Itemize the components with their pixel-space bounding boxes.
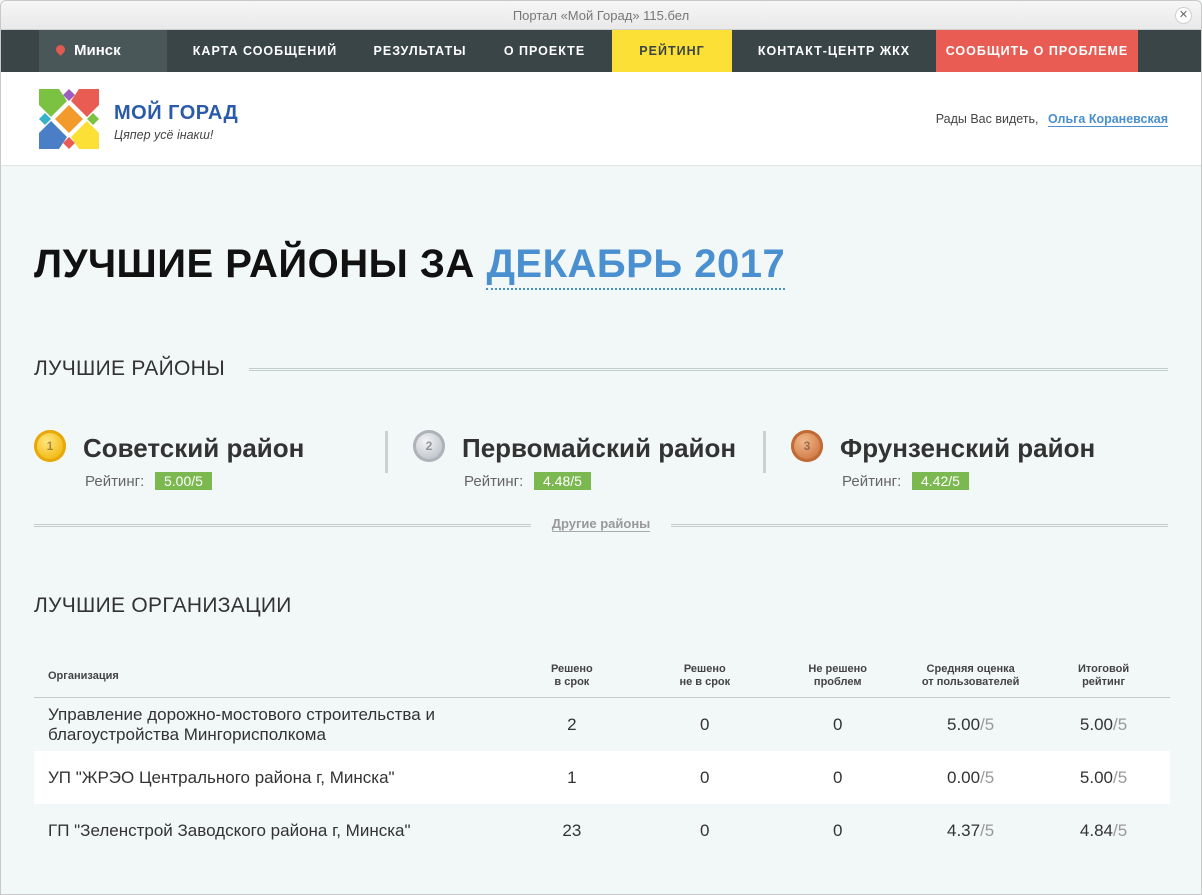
rating-badge: 5.00/5	[155, 472, 212, 490]
table-row[interactable]: ГП "Зеленстрой Заводского района г, Минс…	[34, 804, 1170, 857]
org-name[interactable]: ГП "Зеленстрой Заводского района г, Минс…	[34, 821, 505, 841]
solved-on-time: 23	[562, 820, 582, 840]
column-header-solved-late[interactable]: Решено не в срок	[638, 663, 771, 689]
nav-about[interactable]: О ПРОЕКТЕ	[477, 30, 612, 72]
column-header-average-score[interactable]: Средняя оценка от пользователей	[904, 663, 1037, 689]
logo-slogan: Цяпер усё інакш!	[114, 128, 214, 142]
rating-label: Рейтинг:	[85, 473, 145, 490]
total-max: /5	[1113, 820, 1128, 840]
avg-value: 5.00	[946, 714, 981, 734]
greeting-text: Рады Вас видеть,	[935, 112, 1039, 126]
page-title-prefix: ЛУЧШИЕ РАЙОНЫ ЗА	[34, 242, 475, 286]
rating-badge: 4.42/5	[912, 472, 969, 490]
total-max: /5	[1113, 714, 1128, 734]
district-name: Первомайский район	[462, 433, 737, 463]
average-score: 5.00/5	[904, 715, 1037, 735]
site-header: МОЙ ГОРАД Цяпер усё інакш! Рады Вас виде…	[1, 72, 1201, 166]
rating-badge: 4.48/5	[534, 472, 591, 490]
month-selector[interactable]: ДЕКАБРЬ 2017	[486, 242, 786, 290]
section-divider	[249, 368, 1168, 371]
total-rating: 4.84/5	[1037, 821, 1170, 841]
table-row[interactable]: Управление дорожно-мостового строительст…	[34, 698, 1170, 751]
logo-icon[interactable]	[37, 87, 101, 151]
solved-late: 0	[700, 820, 710, 840]
browser-window: Портал «Мой Горад» 115.бел ✕ Минск КАРТА…	[0, 0, 1202, 895]
total-value: 5.00	[1079, 714, 1113, 734]
nav-rating[interactable]: РЕЙТИНГ	[612, 30, 732, 72]
nav-map[interactable]: КАРТА СООБЩЕНИЙ	[167, 30, 363, 72]
close-icon[interactable]: ✕	[1175, 7, 1192, 24]
window-titlebar: Портал «Мой Горад» 115.бел ✕	[1, 1, 1201, 30]
total-rating: 5.00/5	[1037, 768, 1170, 788]
avg-value: 0.00	[946, 767, 981, 787]
rating-label: Рейтинг:	[842, 473, 902, 490]
org-name[interactable]: Управление дорожно-мостового строительст…	[34, 705, 505, 745]
silver-medal-icon: 2	[413, 430, 445, 462]
avg-max: /5	[980, 767, 995, 787]
column-header-unsolved[interactable]: Не решено проблем	[771, 663, 904, 689]
page-title: ЛУЧШИЕ РАЙОНЫ ЗА ДЕКАБРЬ 2017	[34, 242, 786, 290]
average-score: 4.37/5	[904, 821, 1037, 841]
table-row[interactable]: УП "ЖРЭО Центрального района г, Минска" …	[34, 751, 1170, 804]
best-districts-heading: ЛУЧШИЕ РАЙОНЫ	[34, 357, 225, 380]
column-header-solved-on-time[interactable]: Решено в срок	[505, 663, 638, 689]
city-selector[interactable]: Минск	[39, 30, 167, 72]
total-max: /5	[1113, 767, 1128, 787]
logo-title[interactable]: МОЙ ГОРАД	[114, 102, 238, 125]
district-card[interactable]: 3 Фрунзенский район Рейтинг: 4.42/5	[791, 428, 1141, 494]
unsolved: 0	[832, 767, 843, 787]
main-nav: Минск КАРТА СООБЩЕНИЙ РЕЗУЛЬТАТЫ О ПРОЕК…	[1, 30, 1201, 72]
column-header-organization[interactable]: Организация	[34, 670, 505, 682]
rating-label: Рейтинг:	[464, 473, 524, 490]
column-header-total-rating[interactable]: Итоговой рейтинг	[1037, 663, 1170, 689]
avg-value: 4.37	[946, 820, 981, 840]
org-name[interactable]: УП "ЖРЭО Центрального района г, Минска"	[34, 768, 505, 788]
gold-medal-icon: 1	[34, 430, 66, 462]
unsolved: 0	[832, 820, 843, 840]
district-name: Фрунзенский район	[840, 433, 1096, 463]
total-value: 4.84	[1079, 820, 1113, 840]
best-organizations-heading: ЛУЧШИЕ ОРГАНИЗАЦИИ	[34, 594, 292, 617]
district-divider	[385, 431, 388, 473]
other-districts-link[interactable]: Другие районы	[531, 516, 671, 532]
avg-max: /5	[980, 714, 995, 734]
organizations-table: Организация Решено в срок Решено не в ср…	[34, 654, 1170, 857]
other-districts-label: Другие районы	[551, 516, 651, 532]
user-profile-link[interactable]: Ольга Кораневская	[1048, 112, 1168, 127]
unsolved: 0	[832, 714, 843, 734]
solved-on-time: 1	[567, 767, 577, 787]
report-problem-button[interactable]: СООБЩИТЬ О ПРОБЛЕМЕ	[936, 30, 1138, 72]
solved-on-time: 2	[567, 714, 577, 734]
location-pin-icon	[54, 42, 67, 56]
city-label: Минск	[74, 42, 121, 59]
district-card[interactable]: 1 Советский район Рейтинг: 5.00/5	[34, 428, 384, 494]
district-divider	[763, 431, 766, 473]
table-header: Организация Решено в срок Решено не в ср…	[34, 654, 1170, 698]
main-content: ЛУЧШИЕ РАЙОНЫ ЗА ДЕКАБРЬ 2017 ЛУЧШИЕ РАЙ…	[1, 166, 1201, 890]
district-name: Советский район	[83, 433, 305, 463]
district-card[interactable]: 2 Первомайский район Рейтинг: 4.48/5	[413, 428, 763, 494]
nav-contact-center[interactable]: КОНТАКТ-ЦЕНТР ЖКХ	[732, 30, 936, 72]
total-rating: 5.00/5	[1037, 715, 1170, 735]
user-greeting: Рады Вас видеть, Ольга Кораневская	[935, 112, 1168, 127]
total-value: 5.00	[1079, 767, 1113, 787]
solved-late: 0	[700, 767, 710, 787]
bronze-medal-icon: 3	[791, 430, 823, 462]
window-title: Портал «Мой Горад» 115.бел	[512, 8, 690, 23]
average-score: 0.00/5	[904, 768, 1037, 788]
solved-late: 0	[700, 714, 710, 734]
nav-results[interactable]: РЕЗУЛЬТАТЫ	[363, 30, 477, 72]
avg-max: /5	[980, 820, 995, 840]
